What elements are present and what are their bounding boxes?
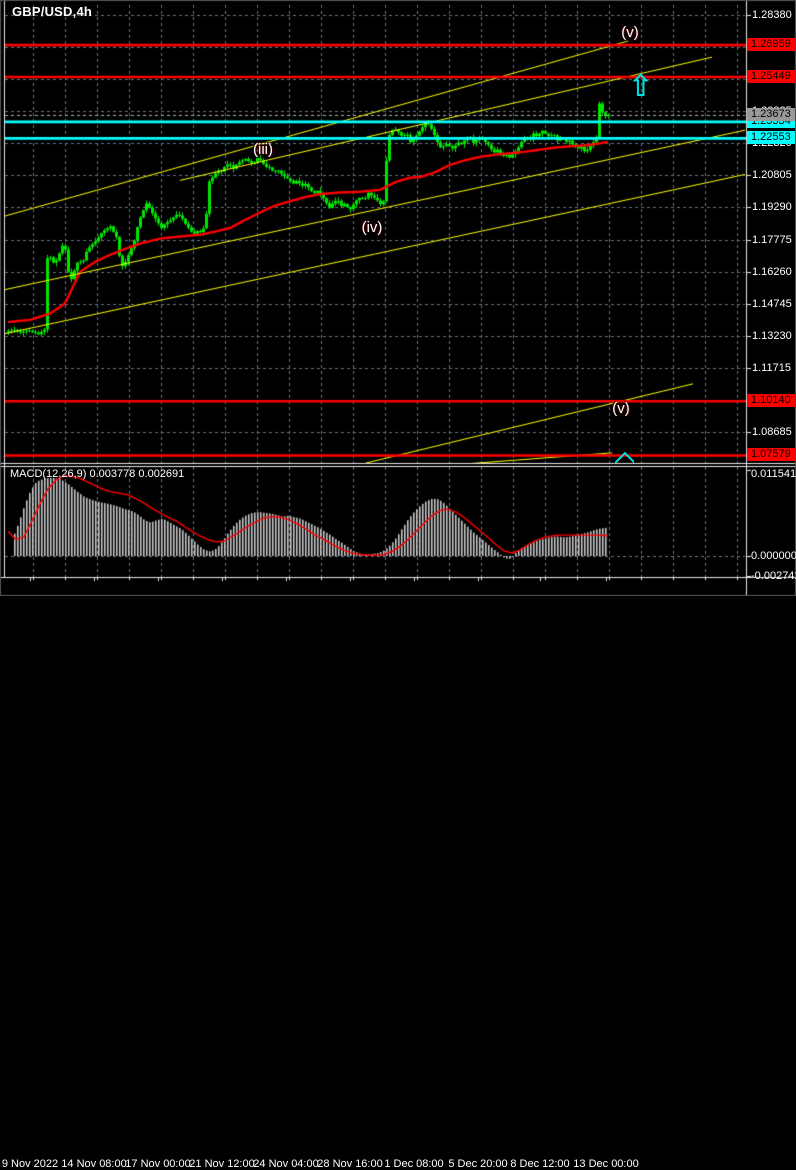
time-axis[interactable]: 9 Nov 2022 14 Nov 08:00 17 Nov 00:00 21 … bbox=[0, 578, 796, 1170]
price-tick: 1.17775 bbox=[752, 233, 792, 246]
price-tick: 1.08685 bbox=[752, 426, 792, 439]
cyan-level-label: 1.22553 bbox=[747, 131, 795, 145]
macd-axis-tick: 0.000000 bbox=[751, 549, 796, 562]
wave-label-iii[interactable]: (iii) bbox=[233, 141, 293, 158]
macd-axis-tick: 0.011541 bbox=[751, 468, 796, 480]
price-tick: 1.13230 bbox=[752, 329, 792, 342]
price-tick: 1.11715 bbox=[752, 361, 791, 374]
chart-title: GBP/USD,4h bbox=[12, 4, 93, 19]
support-level-label: 1.07579 bbox=[747, 448, 795, 462]
bid-price-label: 1.23673 bbox=[747, 107, 795, 121]
price-axis[interactable]: 1.28380 1.26865 1.25350 1.23835 1.22320 … bbox=[746, 0, 796, 582]
wave-label-iv[interactable]: (iv) bbox=[342, 219, 402, 236]
price-tick: 1.14745 bbox=[752, 297, 792, 310]
price-tick: 1.16260 bbox=[752, 265, 792, 278]
pane-splitter[interactable] bbox=[0, 462, 796, 468]
price-chart-canvas[interactable] bbox=[0, 0, 796, 596]
time-tick: 13 Dec 00:00 bbox=[573, 1158, 639, 1170]
chart-window: { "window": { "title": "GBP/USD,4h" }, "… bbox=[0, 0, 796, 1170]
resistance-level-label: 1.26959 bbox=[747, 38, 795, 52]
macd-indicator-label: MACD(12,26,9) 0.003778 0.002691 bbox=[10, 468, 185, 480]
price-tick: 1.28380 bbox=[752, 9, 792, 21]
price-tick: 1.20805 bbox=[752, 169, 792, 182]
wave-label-v-upper[interactable]: (v) bbox=[600, 24, 660, 41]
up-arrow-icon[interactable]: ⇧ bbox=[628, 72, 653, 102]
support-level-label: 1.10140 bbox=[747, 394, 795, 408]
resistance-level-label: 1.25449 bbox=[747, 70, 795, 84]
wave-label-v-lower[interactable]: (v) bbox=[591, 400, 651, 417]
price-tick: 1.19290 bbox=[752, 201, 792, 214]
